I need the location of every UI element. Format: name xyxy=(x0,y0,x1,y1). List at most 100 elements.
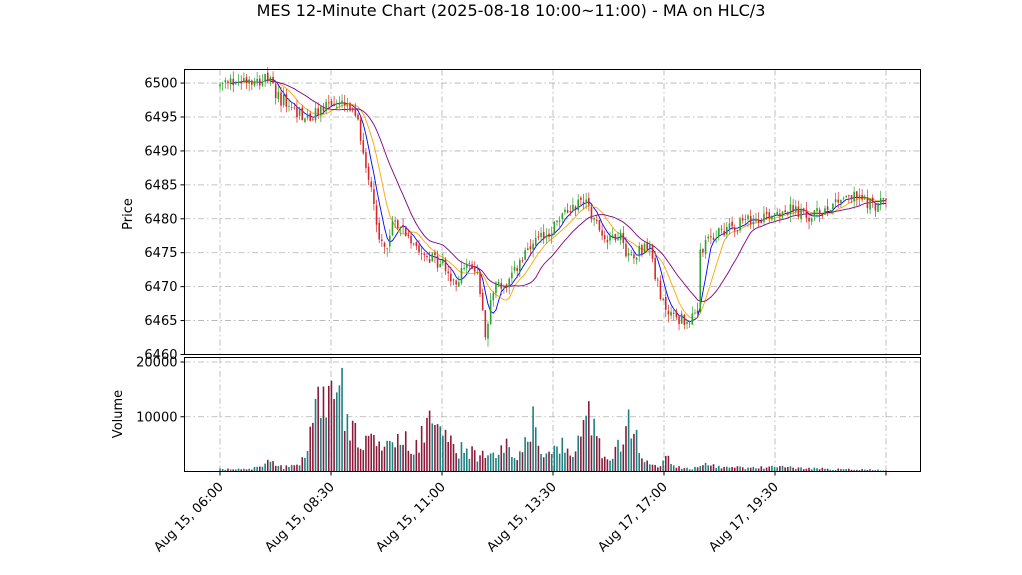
candle-body xyxy=(383,242,386,247)
volume-bar xyxy=(519,451,521,472)
candle-body xyxy=(465,264,468,269)
volume-bar xyxy=(508,447,511,472)
candle-body xyxy=(245,77,248,84)
candle-body xyxy=(564,209,566,213)
candle-body xyxy=(375,205,378,225)
candle-body xyxy=(821,214,824,216)
price-vertical-grid xyxy=(219,69,887,355)
candle-body xyxy=(569,210,572,212)
candle-body xyxy=(378,222,380,240)
volume-bar xyxy=(617,439,619,472)
volume-bar xyxy=(426,417,428,472)
candle-body xyxy=(428,259,431,263)
price-panel: 646064656470647564806485649064956500 Pri… xyxy=(121,67,921,363)
candle-body xyxy=(611,235,614,238)
candle-body xyxy=(251,80,253,85)
candle-body xyxy=(221,83,224,84)
candle-body xyxy=(561,213,564,220)
ma-slow-line xyxy=(270,80,887,302)
price-tick-label: 6480 xyxy=(144,212,177,227)
candle-body xyxy=(702,248,704,253)
price-grid xyxy=(184,82,921,355)
candle-body xyxy=(678,316,680,325)
volume-bar xyxy=(253,466,256,472)
volume-bar xyxy=(468,458,471,472)
candle-body xyxy=(672,312,675,314)
volume-bar xyxy=(389,440,391,472)
candle-body xyxy=(574,206,577,210)
price-tick-label: 6490 xyxy=(144,144,177,159)
candle-body xyxy=(691,313,694,325)
candle-body xyxy=(351,109,354,111)
volume-bar xyxy=(545,453,548,472)
candle-body xyxy=(293,107,296,109)
candle-body xyxy=(452,279,455,281)
candle-body xyxy=(874,203,877,211)
volume-bar xyxy=(614,446,617,472)
candle-body xyxy=(550,233,553,237)
candle-body xyxy=(354,108,357,116)
volume-bar xyxy=(808,467,810,472)
volume-bar xyxy=(529,441,532,472)
volume-bar xyxy=(396,433,399,472)
volume-bar xyxy=(264,463,266,472)
candle-body xyxy=(431,253,434,262)
volume-bar xyxy=(269,461,272,472)
candle-body xyxy=(282,94,285,106)
candle-body xyxy=(741,218,744,221)
volume-bar xyxy=(739,466,741,472)
candle-body xyxy=(840,199,842,204)
candle-body xyxy=(625,243,627,257)
volume-bar xyxy=(484,458,487,472)
volume-bar xyxy=(598,438,601,472)
candle-body xyxy=(529,246,532,250)
candle-body xyxy=(797,206,800,218)
volume-bar xyxy=(285,465,288,472)
volume-bar xyxy=(622,444,625,472)
candle-body xyxy=(455,280,457,285)
volume-bar xyxy=(497,454,500,472)
candle-body xyxy=(662,298,664,301)
candle-body xyxy=(338,102,341,105)
volume-bar xyxy=(495,458,497,472)
candle-body xyxy=(771,215,773,220)
candle-body xyxy=(577,199,580,211)
volume-bar xyxy=(296,464,298,472)
candle-body xyxy=(765,211,768,214)
candle-body xyxy=(776,211,779,216)
volume-bar xyxy=(561,437,564,472)
candle-body xyxy=(850,195,853,199)
volume-bar xyxy=(715,467,717,472)
volume-bar xyxy=(375,446,378,472)
volume-bar xyxy=(702,465,704,472)
candle-body xyxy=(635,257,638,260)
volume-bar xyxy=(654,464,656,472)
volume-bar xyxy=(373,435,375,472)
candle-body xyxy=(848,195,850,197)
volume-bar xyxy=(773,467,776,472)
candle-body xyxy=(638,246,641,257)
candle-body xyxy=(595,219,598,221)
candle-body xyxy=(227,81,229,83)
candle-body xyxy=(593,218,595,220)
volume-bar xyxy=(723,466,725,472)
candle-body xyxy=(580,197,582,200)
candle-body xyxy=(346,104,349,107)
candle-body xyxy=(726,226,728,235)
candle-body xyxy=(290,107,293,108)
volume-bar xyxy=(593,418,595,472)
volume-bar xyxy=(412,454,415,472)
volume-bar xyxy=(800,467,802,472)
candle-body xyxy=(683,314,686,325)
volume-bar xyxy=(256,466,258,472)
volume-bar xyxy=(603,456,606,472)
candle-body xyxy=(718,228,720,237)
volume-panel: 10000 20000 Volume xyxy=(111,356,921,472)
candle-body xyxy=(556,220,558,223)
candle-body xyxy=(386,248,388,250)
candle-body xyxy=(460,267,463,284)
volume-bar xyxy=(659,466,662,472)
volume-bar xyxy=(314,398,317,472)
volume-bar xyxy=(277,465,280,472)
candle-body xyxy=(588,198,590,205)
